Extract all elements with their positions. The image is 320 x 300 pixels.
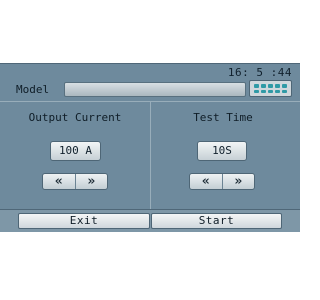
- output-current-decrease-button[interactable]: «: [43, 174, 75, 189]
- output-current-increase-button[interactable]: »: [74, 174, 108, 189]
- exit-button[interactable]: Exit: [18, 213, 150, 229]
- keypad-button[interactable]: [249, 80, 292, 97]
- clock: 16: 5 :44: [227, 66, 292, 79]
- output-current-stepper: « »: [42, 173, 108, 190]
- output-current-title: Output Current: [28, 111, 122, 124]
- start-button[interactable]: Start: [151, 213, 282, 229]
- test-time-stepper: « »: [189, 173, 255, 190]
- device-screen: 16: 5 :44 Model Output Current 100 A « »…: [0, 63, 300, 232]
- test-time-decrease-button[interactable]: «: [190, 174, 222, 189]
- output-current-value[interactable]: 100 A: [50, 141, 101, 161]
- action-bar: Exit Start: [0, 209, 300, 232]
- test-time-title: Test Time: [193, 111, 253, 124]
- test-time-increase-button[interactable]: »: [221, 174, 255, 189]
- model-input[interactable]: [64, 82, 246, 97]
- model-label: Model: [16, 83, 50, 96]
- test-time-value[interactable]: 10S: [197, 141, 247, 161]
- keypad-icon: [254, 84, 287, 93]
